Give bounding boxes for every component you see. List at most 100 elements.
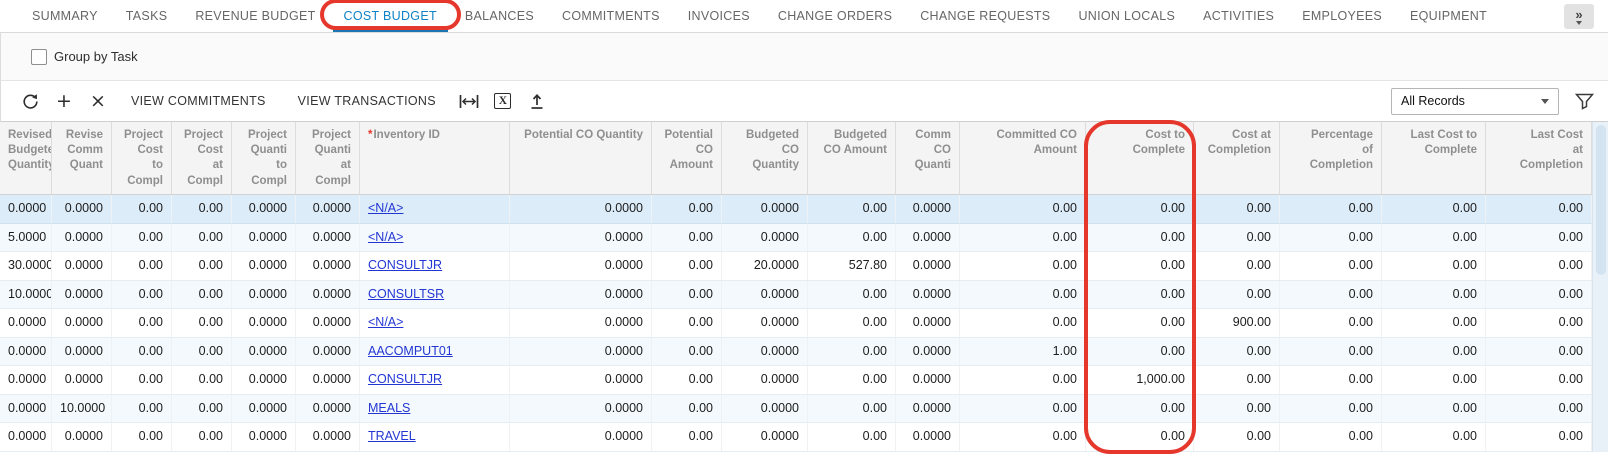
cell-inventory-id[interactable]: <N/A>: [360, 224, 510, 252]
cell-revise-comm-quant[interactable]: 0.0000: [52, 366, 112, 394]
tab-commitments[interactable]: COMMITMENTS: [548, 0, 674, 32]
cell-last-cost-to-complete[interactable]: 0.00: [1382, 281, 1486, 309]
cell-budgeted-co-quantity[interactable]: 0.0000: [722, 281, 808, 309]
column-header-revise-comm-quant[interactable]: Revise Comm Quant: [52, 122, 112, 194]
cell-project-quanti-to-compl[interactable]: 0.0000: [232, 423, 296, 451]
cell-cost-to-complete[interactable]: 0.00: [1086, 195, 1194, 223]
cell-potential-co-quantity[interactable]: 0.0000: [510, 224, 652, 252]
cell-budgeted-co-quantity[interactable]: 0.0000: [722, 309, 808, 337]
cell-revised-budgeted-quantity[interactable]: 5.0000: [0, 224, 52, 252]
column-header-last-cost-to-complete[interactable]: Last Cost to Complete: [1382, 122, 1486, 194]
cell-potential-co-amount[interactable]: 0.00: [652, 224, 722, 252]
cell-cost-at-completion[interactable]: 0.00: [1194, 338, 1280, 366]
cell-percentage-of-completion[interactable]: 0.00: [1280, 252, 1382, 280]
cell-comm-co-quanti[interactable]: 0.0000: [896, 252, 960, 280]
cell-committed-co-amount[interactable]: 0.00: [960, 281, 1086, 309]
cell-project-quanti-at-compl[interactable]: 0.0000: [296, 224, 360, 252]
cell-percentage-of-completion[interactable]: 0.00: [1280, 195, 1382, 223]
cell-last-cost-at-completion[interactable]: 0.00: [1486, 224, 1592, 252]
cell-project-cost-at-compl[interactable]: 0.00: [172, 423, 232, 451]
cell-budgeted-co-amount[interactable]: 0.00: [808, 366, 896, 394]
cell-last-cost-to-complete[interactable]: 0.00: [1382, 195, 1486, 223]
cell-budgeted-co-quantity[interactable]: 20.0000: [722, 252, 808, 280]
filter-settings-button[interactable]: [1575, 93, 1594, 110]
cell-comm-co-quanti[interactable]: 0.0000: [896, 338, 960, 366]
column-header-cost-to-complete[interactable]: Cost to Complete: [1086, 122, 1194, 194]
cell-revise-comm-quant[interactable]: 0.0000: [52, 338, 112, 366]
cell-inventory-id[interactable]: MEALS: [360, 395, 510, 423]
cell-last-cost-to-complete[interactable]: 0.00: [1382, 338, 1486, 366]
column-header-percentage-of-completion[interactable]: Percentage of Completion: [1280, 122, 1382, 194]
cell-last-cost-to-complete[interactable]: 0.00: [1382, 366, 1486, 394]
cell-project-quanti-to-compl[interactable]: 0.0000: [232, 252, 296, 280]
inventory-id-link[interactable]: CONSULTJR: [368, 258, 442, 272]
cell-percentage-of-completion[interactable]: 0.00: [1280, 338, 1382, 366]
cell-committed-co-amount[interactable]: 0.00: [960, 252, 1086, 280]
column-header-potential-co-quantity[interactable]: Potential CO Quantity: [510, 122, 652, 194]
cell-potential-co-amount[interactable]: 0.00: [652, 195, 722, 223]
cell-last-cost-to-complete[interactable]: 0.00: [1382, 395, 1486, 423]
cell-project-cost-to-compl[interactable]: 0.00: [112, 366, 172, 394]
column-header-potential-co-amount[interactable]: Potential CO Amount: [652, 122, 722, 194]
cell-budgeted-co-quantity[interactable]: 0.0000: [722, 366, 808, 394]
table-row[interactable]: 0.00000.00000.000.000.00000.0000<N/A>0.0…: [0, 309, 1592, 338]
table-row[interactable]: 10.00000.00000.000.000.00000.0000CONSULT…: [0, 281, 1592, 310]
cell-cost-at-completion[interactable]: 0.00: [1194, 224, 1280, 252]
cell-project-quanti-to-compl[interactable]: 0.0000: [232, 195, 296, 223]
table-row[interactable]: 0.000010.00000.000.000.00000.0000MEALS0.…: [0, 395, 1592, 424]
cell-potential-co-quantity[interactable]: 0.0000: [510, 281, 652, 309]
column-header-project-cost-at-compl[interactable]: Project Cost at Compl: [172, 122, 232, 194]
cell-last-cost-at-completion[interactable]: 0.00: [1486, 195, 1592, 223]
cell-committed-co-amount[interactable]: 0.00: [960, 395, 1086, 423]
table-row[interactable]: 0.00000.00000.000.000.00000.0000TRAVEL0.…: [0, 423, 1592, 452]
cell-revise-comm-quant[interactable]: 0.0000: [52, 309, 112, 337]
cell-revise-comm-quant[interactable]: 10.0000: [52, 395, 112, 423]
cell-comm-co-quanti[interactable]: 0.0000: [896, 423, 960, 451]
cell-project-quanti-to-compl[interactable]: 0.0000: [232, 224, 296, 252]
column-header-project-quanti-to-compl[interactable]: Project Quanti to Compl: [232, 122, 296, 194]
cell-budgeted-co-amount[interactable]: 0.00: [808, 195, 896, 223]
tab-cost-budget[interactable]: COST BUDGET: [330, 0, 451, 32]
cell-revised-budgeted-quantity[interactable]: 0.0000: [0, 195, 52, 223]
cell-cost-to-complete[interactable]: 0.00: [1086, 224, 1194, 252]
cell-revised-budgeted-quantity[interactable]: 10.0000: [0, 281, 52, 309]
cell-budgeted-co-amount[interactable]: 527.80: [808, 252, 896, 280]
cell-project-cost-at-compl[interactable]: 0.00: [172, 224, 232, 252]
cell-inventory-id[interactable]: <N/A>: [360, 195, 510, 223]
cell-cost-to-complete[interactable]: 0.00: [1086, 309, 1194, 337]
cell-budgeted-co-amount[interactable]: 0.00: [808, 281, 896, 309]
cell-comm-co-quanti[interactable]: 0.0000: [896, 309, 960, 337]
cell-project-quanti-to-compl[interactable]: 0.0000: [232, 366, 296, 394]
cell-budgeted-co-amount[interactable]: 0.00: [808, 395, 896, 423]
group-by-task-checkbox[interactable]: [31, 49, 47, 65]
cell-percentage-of-completion[interactable]: 0.00: [1280, 309, 1382, 337]
tab-overflow-button[interactable]: »: [1564, 4, 1594, 29]
table-row[interactable]: 0.00000.00000.000.000.00000.0000CONSULTJ…: [0, 366, 1592, 395]
cell-potential-co-amount[interactable]: 0.00: [652, 366, 722, 394]
cell-last-cost-at-completion[interactable]: 0.00: [1486, 252, 1592, 280]
column-header-comm-co-quanti[interactable]: Comm CO Quanti: [896, 122, 960, 194]
cell-last-cost-to-complete[interactable]: 0.00: [1382, 224, 1486, 252]
cell-committed-co-amount[interactable]: 0.00: [960, 366, 1086, 394]
cell-project-cost-at-compl[interactable]: 0.00: [172, 338, 232, 366]
cell-project-quanti-at-compl[interactable]: 0.0000: [296, 423, 360, 451]
cell-project-cost-to-compl[interactable]: 0.00: [112, 195, 172, 223]
cell-cost-to-complete[interactable]: 0.00: [1086, 395, 1194, 423]
cell-potential-co-amount[interactable]: 0.00: [652, 252, 722, 280]
tab-activities[interactable]: ACTIVITIES: [1189, 0, 1288, 32]
cell-potential-co-amount[interactable]: 0.00: [652, 423, 722, 451]
records-filter-dropdown[interactable]: All Records: [1391, 88, 1559, 115]
tab-invoices[interactable]: INVOICES: [674, 0, 764, 32]
cell-project-quanti-at-compl[interactable]: 0.0000: [296, 338, 360, 366]
tab-equipment[interactable]: EQUIPMENT: [1396, 0, 1501, 32]
cell-cost-at-completion[interactable]: 900.00: [1194, 309, 1280, 337]
column-header-project-quanti-at-compl[interactable]: Project Quanti at Compl: [296, 122, 360, 194]
cell-potential-co-quantity[interactable]: 0.0000: [510, 395, 652, 423]
cell-committed-co-amount[interactable]: 1.00: [960, 338, 1086, 366]
tab-revenue-budget[interactable]: REVENUE BUDGET: [181, 0, 329, 32]
cell-budgeted-co-amount[interactable]: 0.00: [808, 309, 896, 337]
cell-budgeted-co-amount[interactable]: 0.00: [808, 224, 896, 252]
cell-project-cost-at-compl[interactable]: 0.00: [172, 195, 232, 223]
cell-project-quanti-at-compl[interactable]: 0.0000: [296, 252, 360, 280]
cell-budgeted-co-amount[interactable]: 0.00: [808, 423, 896, 451]
